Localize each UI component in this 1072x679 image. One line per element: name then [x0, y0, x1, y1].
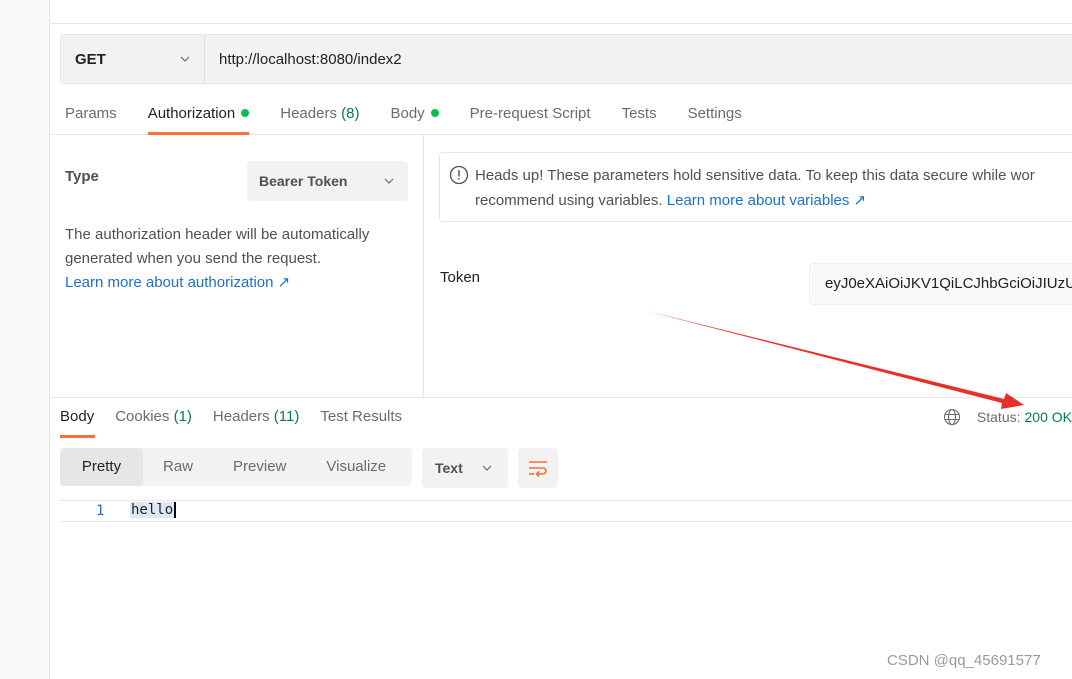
learn-more-authorization-link[interactable]: Learn more about authorization ↗	[65, 274, 290, 291]
tab-params[interactable]: Params	[65, 105, 117, 134]
tab-pre-request-script[interactable]: Pre-request Script	[470, 105, 591, 134]
auth-type-select[interactable]: Bearer Token	[247, 161, 408, 201]
method-select[interactable]: GET	[61, 35, 205, 83]
auth-type-panel: Type Bearer Token The authorization head…	[50, 135, 424, 397]
view-visualize-button[interactable]: Visualize	[306, 448, 406, 486]
request-tabs: Params Authorization Headers (8) Body Pr…	[50, 96, 1072, 135]
wrap-lines-button[interactable]	[518, 448, 558, 488]
tab-settings[interactable]: Settings	[688, 105, 742, 134]
view-preview-button[interactable]: Preview	[213, 448, 306, 486]
status-label: Status:	[976, 409, 1021, 425]
tab-response-headers[interactable]: Headers (11)	[213, 397, 299, 437]
view-pretty-button[interactable]: Pretty	[60, 448, 143, 486]
view-mode-toggle: Pretty Raw Preview Visualize	[60, 448, 412, 486]
response-body-editor[interactable]: 1 hello	[60, 500, 1072, 522]
response-body-text[interactable]: hello	[130, 502, 177, 518]
cookies-count: (1)	[173, 408, 192, 425]
headers-count: (8)	[341, 105, 360, 122]
type-label: Type	[65, 168, 99, 185]
tab-response-body[interactable]: Body	[60, 397, 96, 438]
request-url-bar: GET http://localhost:8080/index2	[60, 34, 1072, 84]
line-number: 1	[96, 503, 105, 519]
view-raw-button[interactable]: Raw	[143, 448, 213, 486]
watermark: CSDN @qq_45691577	[887, 652, 1041, 669]
tab-body[interactable]: Body	[390, 105, 439, 134]
format-value: Text	[435, 460, 463, 476]
tab-headers[interactable]: Headers (8)	[280, 105, 359, 134]
auth-type-value: Bearer Token	[259, 173, 348, 189]
info-alert-icon	[449, 165, 469, 185]
tab-test-results[interactable]: Test Results	[320, 397, 402, 437]
url-input[interactable]: http://localhost:8080/index2	[205, 51, 402, 68]
active-dot-icon	[241, 109, 250, 117]
tab-tests[interactable]: Tests	[622, 105, 657, 134]
tab-cookies[interactable]: Cookies (1)	[115, 397, 192, 437]
sensitive-data-warning: Heads up! These parameters hold sensitiv…	[439, 152, 1072, 222]
method-label: GET	[75, 50, 106, 68]
chevron-down-icon	[384, 178, 394, 184]
response-status: Status: 200 OK	[943, 397, 1072, 437]
status-value: 200 OK	[1024, 409, 1072, 425]
response-tabs: Body Cookies (1) Headers (11) Test Resul…	[50, 397, 1072, 438]
chevron-down-icon	[180, 56, 190, 62]
tab-authorization[interactable]: Authorization	[147, 105, 250, 135]
chevron-down-icon	[482, 465, 492, 471]
globe-icon[interactable]	[943, 408, 961, 426]
learn-more-variables-link[interactable]: Learn more about variables ↗	[667, 192, 866, 209]
format-select[interactable]: Text	[422, 448, 508, 488]
top-strip	[50, 0, 1072, 24]
response-headers-count: (11)	[273, 408, 300, 425]
token-label: Token	[440, 269, 481, 286]
auth-token-panel: Heads up! These parameters hold sensitiv…	[424, 135, 1072, 397]
wrap-lines-icon	[529, 461, 547, 477]
token-input[interactable]: eyJ0eXAiOiJKV1QiLCJhbGciOiJIUzU	[809, 263, 1072, 305]
left-sidebar	[0, 0, 50, 679]
auth-description: The authorization header will be automat…	[65, 226, 370, 291]
active-dot-icon	[430, 109, 439, 117]
